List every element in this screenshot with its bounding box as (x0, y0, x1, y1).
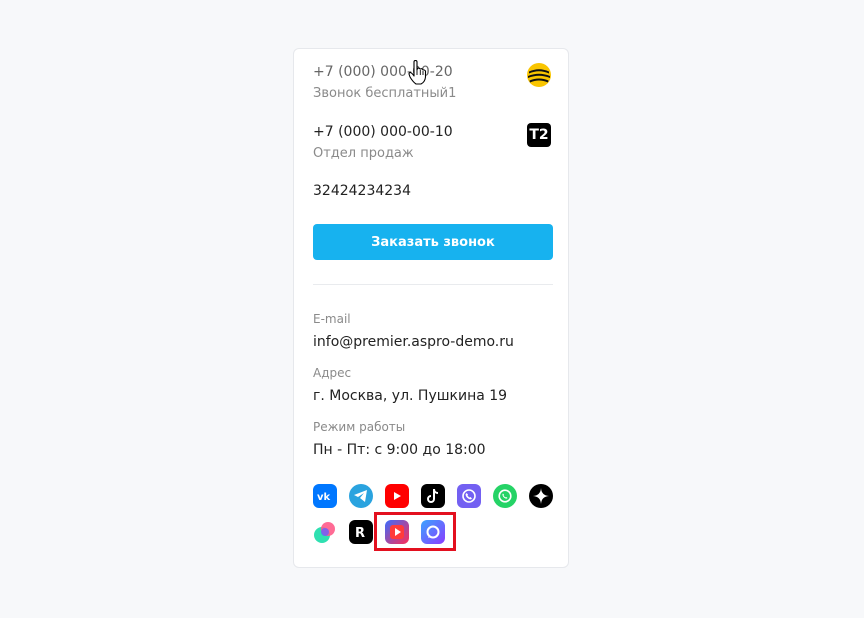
phone-number-link[interactable]: +7 (000) 000-00-20 (313, 63, 551, 81)
youtube-icon[interactable] (385, 484, 409, 508)
order-call-button[interactable]: Заказать звонок (313, 224, 553, 260)
email-label: E-mail (313, 312, 351, 326)
vk-video-icon[interactable] (385, 520, 409, 544)
telegram-icon[interactable] (349, 484, 373, 508)
svg-text:R: R (355, 526, 365, 539)
phone-number-link[interactable]: +7 (000) 000-00-10 (313, 123, 551, 141)
phone-row-2: +7 (000) 000-00-10 Отдел продаж T2 (313, 123, 551, 162)
phone-row-1: +7 (000) 000-00-20 Звонок бесплатный1 (313, 63, 551, 102)
t2-logo-icon: T2 (527, 123, 551, 147)
contacts-card: +7 (000) 000-00-20 Звонок бесплатный1 +7… (293, 48, 569, 568)
address-value: г. Москва, ул. Пушкина 19 (313, 388, 508, 404)
hand-cursor-icon (408, 59, 428, 86)
viber-icon[interactable] (457, 484, 481, 508)
hours-label: Режим работы (313, 420, 406, 434)
email-link[interactable]: info@premier.aspro-demo.ru (313, 334, 514, 350)
phone-note: Звонок бесплатный1 (313, 86, 457, 101)
hours-value: Пн - Пт: с 9:00 до 18:00 (313, 442, 486, 458)
zen-icon[interactable] (529, 484, 553, 508)
divider (313, 284, 553, 285)
odnoklassniki-icon[interactable] (313, 520, 337, 544)
vk-icon[interactable]: vk (313, 484, 337, 508)
rutube-icon[interactable]: R (349, 520, 373, 544)
phone-number-link[interactable]: 32424234234 (313, 183, 411, 199)
max-messenger-icon[interactable] (421, 520, 445, 544)
beeline-logo-icon (527, 63, 551, 87)
phone-note: Отдел продаж (313, 146, 414, 161)
svg-text:vk: vk (317, 492, 331, 501)
whatsapp-icon[interactable] (493, 484, 517, 508)
tiktok-icon[interactable] (421, 484, 445, 508)
address-label: Адрес (313, 366, 352, 380)
